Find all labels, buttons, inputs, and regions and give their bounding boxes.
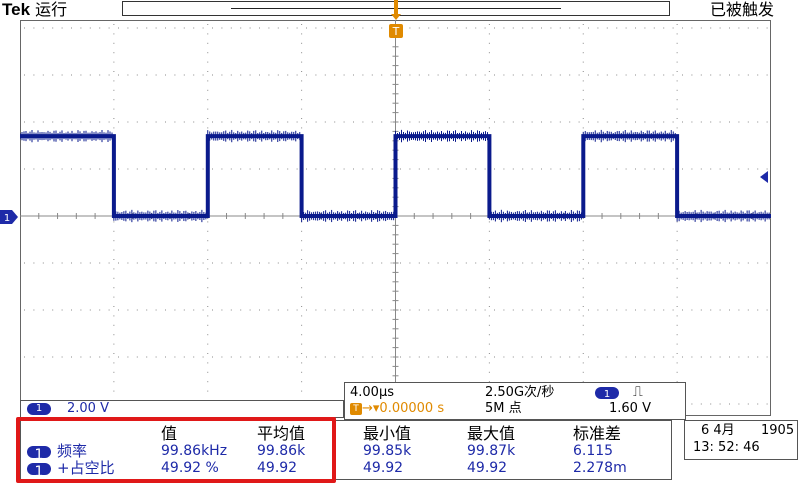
trigger-position-icon: T: [350, 402, 362, 415]
header-max: 最大值: [467, 424, 516, 443]
trigger-level-marker[interactable]: [760, 170, 772, 184]
channel-badge: 1: [27, 403, 51, 415]
header-std: 标准差: [573, 424, 622, 443]
trigger-position-value: 0.00000 s: [379, 401, 445, 416]
row-min: 99.85k: [363, 443, 412, 459]
trigger-source-badge: 1: [595, 387, 619, 400]
brand-run-status: Tek 运行: [2, 0, 67, 20]
time-per-div: 4.00µs: [350, 385, 394, 400]
trigger-position: T →▾0.00000 s: [350, 401, 444, 417]
date: 6 4月: [701, 423, 735, 438]
trigger-arrow-icon: →▾: [362, 401, 380, 416]
volts-per-div: 2.00 V: [67, 401, 109, 416]
channel-scale-panel[interactable]: 1 2.00 V: [20, 400, 344, 418]
record-length: 5M 点: [485, 401, 522, 416]
trigger-level: 1.60 V: [609, 401, 651, 416]
sample-rate: 2.50G次/秒: [485, 385, 555, 400]
datetime-panel: 6 4月 1905 13: 52: 46: [684, 420, 798, 460]
run-status: 运行: [35, 0, 68, 19]
row-min: 49.92: [363, 460, 404, 476]
axis-ticks: [38, 27, 771, 414]
channel-1-ground-marker[interactable]: 1: [0, 209, 20, 225]
channel-marker-label: 1: [4, 213, 10, 224]
timebase-panel[interactable]: 4.00µs 2.50G次/秒 1 ⎍ 1.60 V T →▾0.00000 s …: [344, 382, 686, 420]
row-max: 49.92: [467, 460, 508, 476]
time: 13: 52: 46: [693, 440, 760, 455]
trigger-marker-label: T: [392, 25, 400, 38]
brand-logo: Tek: [2, 0, 31, 19]
row-max: 99.87k: [467, 443, 516, 459]
trigger-status: 已被触发: [709, 0, 774, 19]
square-wave-trace: [20, 134, 771, 218]
rising-edge-icon: ⎍: [633, 384, 643, 400]
waveform-trace: [20, 129, 771, 223]
waveform-graticule[interactable]: [20, 20, 771, 416]
row-std: 2.278m: [573, 460, 627, 476]
header-min: 最小值: [363, 424, 412, 443]
year: 1905: [761, 423, 795, 438]
row-std: 6.115: [573, 443, 614, 459]
highlight-box: [16, 417, 336, 483]
trigger-position-marker[interactable]: T: [389, 0, 403, 40]
